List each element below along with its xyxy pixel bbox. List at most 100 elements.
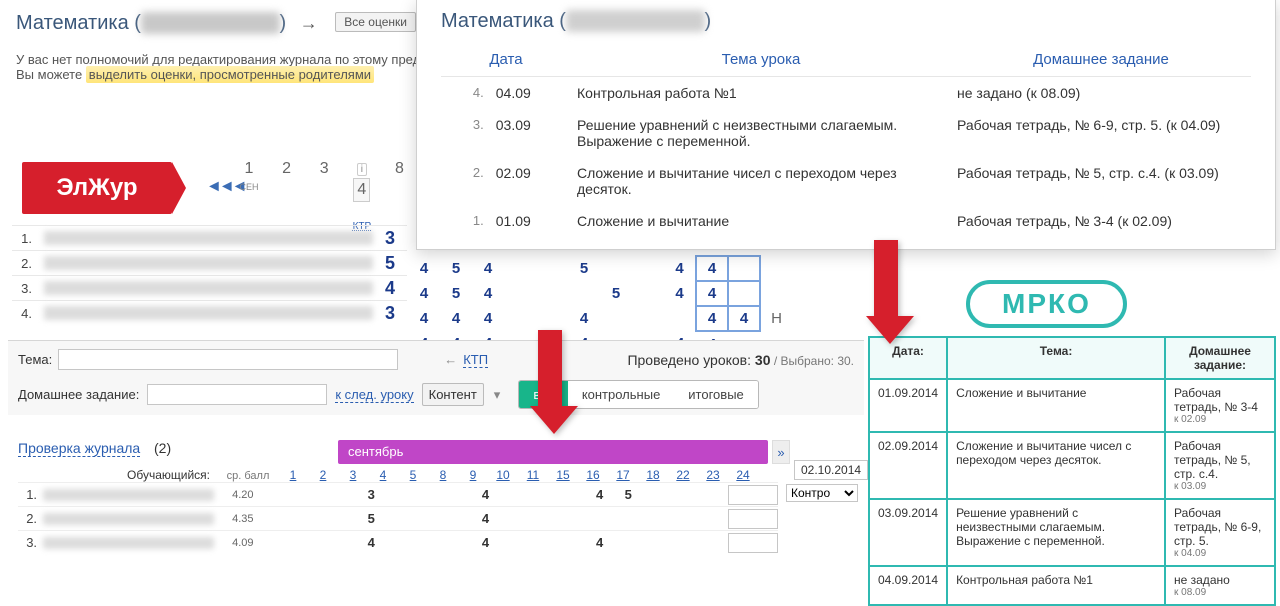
grade-cell[interactable] <box>536 281 568 306</box>
header-avg: ср. балл <box>218 470 278 482</box>
grade-cell[interactable]: 4 <box>408 281 440 306</box>
day-link[interactable]: 8 <box>440 468 447 482</box>
table-row: 1.x4.203445 <box>18 482 778 506</box>
grade-cell[interactable]: 3 <box>373 301 407 325</box>
grade-cell[interactable]: 4 <box>471 535 500 550</box>
content-button[interactable]: Контент <box>422 383 484 406</box>
grade-cell[interactable] <box>504 306 536 331</box>
chevron-down-icon[interactable]: ▾ <box>494 387 501 403</box>
grade-cell[interactable] <box>600 256 632 281</box>
grade-cell[interactable]: 4 <box>585 487 614 502</box>
day-link[interactable]: 10 <box>496 468 509 482</box>
month-next-button[interactable]: » <box>772 440 790 464</box>
lower-grade-table: Обучающийся: ср. балл 123458910111516171… <box>18 468 778 554</box>
grade-cell[interactable] <box>632 281 664 306</box>
grade-cell[interactable]: 4 <box>408 306 440 331</box>
month-bar[interactable]: сентябрь <box>338 440 768 464</box>
work-type-select[interactable]: Контро <box>786 484 858 502</box>
grade-cell[interactable]: 4 <box>696 256 728 281</box>
day-link[interactable]: 17 <box>616 468 629 482</box>
grade-cell[interactable]: 4 <box>696 306 728 331</box>
grade-cell[interactable]: 4 <box>664 256 696 281</box>
day-month: СЕН <box>239 182 258 192</box>
grade-cell[interactable] <box>536 306 568 331</box>
grade-cell[interactable]: 5 <box>373 251 407 275</box>
info-icon[interactable]: i <box>357 163 367 176</box>
day-link[interactable]: 22 <box>676 468 689 482</box>
day-link[interactable]: 11 <box>527 468 539 482</box>
day-link[interactable]: 16 <box>586 468 599 482</box>
day-link[interactable]: 5 <box>410 468 417 482</box>
grade-cell[interactable] <box>568 281 600 306</box>
day-link[interactable]: 2 <box>320 468 327 482</box>
grade-cell[interactable]: 5 <box>357 511 386 526</box>
student-name-blurred: x <box>36 281 373 295</box>
grade-cell[interactable]: Н <box>760 306 792 331</box>
day-link[interactable]: 23 <box>706 468 719 482</box>
grade-input[interactable] <box>728 509 778 529</box>
grade-cell[interactable]: 3 <box>373 226 407 250</box>
grade-cell[interactable]: 4 <box>472 306 504 331</box>
grade-cell[interactable]: 4 <box>664 281 696 306</box>
grade-cell[interactable] <box>536 256 568 281</box>
grade-cell[interactable]: 5 <box>600 281 632 306</box>
day-link[interactable]: 4 <box>380 468 387 482</box>
row-idx: 3. <box>12 276 36 300</box>
day-header: 1СЕН 2 3 i 4 КТР 8 <box>232 160 417 232</box>
grade-cell[interactable] <box>664 306 696 331</box>
all-grades-button[interactable]: Все оценки <box>335 12 416 32</box>
grade-cell[interactable]: 4 <box>408 256 440 281</box>
grade-cell[interactable] <box>504 281 536 306</box>
next-lesson-link[interactable]: к след. уроку <box>335 387 413 403</box>
lesson-row: 3.03.09Решение уравнений с неизвестными … <box>441 109 1251 157</box>
seg-final-button[interactable]: итоговые <box>674 381 757 408</box>
grade-cell[interactable]: 3 <box>357 487 386 502</box>
grade-cell[interactable]: 4 <box>472 281 504 306</box>
lesson-table: Дата Тема урока Домашнее задание 4.04.09… <box>441 43 1251 237</box>
day-link[interactable]: 24 <box>736 468 749 482</box>
day-num[interactable]: 8 <box>395 160 404 177</box>
date-picker[interactable]: 02.10.2014 <box>794 460 868 480</box>
grade-cell[interactable]: 4 <box>373 276 407 300</box>
day-link[interactable]: 15 <box>556 468 569 482</box>
grade-cell[interactable]: 4 <box>696 281 728 306</box>
grade-cell[interactable] <box>728 281 760 306</box>
grade-cell[interactable] <box>632 306 664 331</box>
lesson-row: 1.01.09Сложение и вычитаниеРабочая тетра… <box>441 205 1251 237</box>
grade-cell[interactable]: 4 <box>728 306 760 331</box>
grade-cell[interactable]: 4 <box>472 256 504 281</box>
mrko-row: 01.09.2014Сложение и вычитаниеРабочая те… <box>869 379 1275 432</box>
grade-input[interactable] <box>728 485 778 505</box>
lesson-stats: Проведено уроков: 30 / Выбрано: 30. <box>627 352 854 368</box>
grade-cell[interactable]: 5 <box>614 487 643 502</box>
day-num-selected[interactable]: 4 <box>353 178 370 202</box>
grade-cell[interactable]: 5 <box>440 281 472 306</box>
grade-cell[interactable]: 4 <box>585 535 614 550</box>
grade-cell[interactable] <box>728 256 760 281</box>
grade-input[interactable] <box>728 533 778 553</box>
topic-input[interactable] <box>58 349 398 370</box>
day-num[interactable]: 3 <box>320 160 329 177</box>
grade-cell[interactable] <box>504 256 536 281</box>
grade-cell[interactable]: 4 <box>357 535 386 550</box>
day-link[interactable]: 1 <box>290 468 297 482</box>
seg-tests-button[interactable]: контрольные <box>568 381 674 408</box>
grade-cell[interactable]: 5 <box>440 256 472 281</box>
grade-cell[interactable]: 4 <box>568 306 600 331</box>
day-link[interactable]: 9 <box>470 468 477 482</box>
mrko-table: Дата: Тема: Домашнее задание: 01.09.2014… <box>868 336 1276 606</box>
day-num[interactable]: 1 <box>245 160 254 177</box>
grade-cell[interactable]: 4 <box>471 511 500 526</box>
ktp-link[interactable]: КТП <box>463 352 488 368</box>
homework-input[interactable] <box>147 384 327 405</box>
grade-cell[interactable]: 5 <box>568 256 600 281</box>
journal-check-link[interactable]: Проверка журнала <box>18 440 140 457</box>
grade-cell[interactable] <box>632 256 664 281</box>
grade-cell[interactable]: 4 <box>471 487 500 502</box>
day-link[interactable]: 3 <box>350 468 357 482</box>
grade-cell[interactable] <box>600 306 632 331</box>
day-link[interactable]: 18 <box>646 468 659 482</box>
day-num[interactable]: 2 <box>282 160 291 177</box>
message-highlight-link[interactable]: выделить оценки, просмотренные родителям… <box>86 66 374 83</box>
grade-cell[interactable]: 4 <box>440 306 472 331</box>
